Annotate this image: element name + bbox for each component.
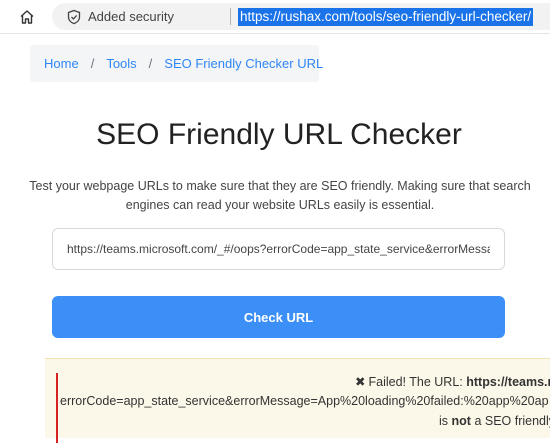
breadcrumb-separator: /: [90, 56, 95, 71]
url-input[interactable]: [52, 228, 505, 270]
result-verdict-not: not: [451, 414, 471, 428]
close-icon: ✖: [355, 375, 366, 389]
breadcrumb-tools[interactable]: Tools: [106, 56, 136, 71]
page-description: Test your webpage URLs to make sure that…: [29, 179, 531, 212]
result-status: Failed!: [368, 375, 407, 389]
home-button[interactable]: [16, 6, 38, 28]
security-label[interactable]: Added security: [88, 9, 174, 24]
result-line-3: is not a SEO friendly: [439, 414, 550, 428]
result-panel: ✖Failed! The URL: https://teams.mic erro…: [45, 358, 550, 443]
address-divider: [230, 8, 231, 25]
address-bar[interactable]: Added security https://rushax.com/tools/…: [52, 3, 550, 30]
browser-toolbar: Added security https://rushax.com/tools/…: [0, 0, 550, 34]
check-url-button[interactable]: Check URL: [52, 296, 505, 338]
breadcrumb-separator: /: [148, 56, 153, 71]
breadcrumb: Home / Tools / SEO Friendly Checker URL: [30, 45, 323, 82]
shield-check-icon: [67, 9, 81, 25]
result-verdict-suffix: a SEO friendly: [474, 414, 550, 428]
result-line-1: ✖Failed! The URL: https://teams.mic: [355, 374, 550, 389]
breadcrumb-home[interactable]: Home: [44, 56, 79, 71]
result-url: https://teams.mic: [466, 375, 550, 389]
page-title: SEO Friendly URL Checker: [96, 118, 462, 151]
error-indicator: [56, 373, 58, 443]
result-verdict-prefix: is: [439, 414, 449, 428]
result-url-prefix: The URL:: [409, 375, 463, 389]
home-icon: [20, 10, 34, 24]
breadcrumb-current[interactable]: SEO Friendly Checker URL: [164, 56, 323, 71]
result-line-2: errorCode=app_state_service&errorMessage…: [60, 394, 549, 408]
address-url[interactable]: https://rushax.com/tools/seo-friendly-ur…: [238, 8, 534, 26]
